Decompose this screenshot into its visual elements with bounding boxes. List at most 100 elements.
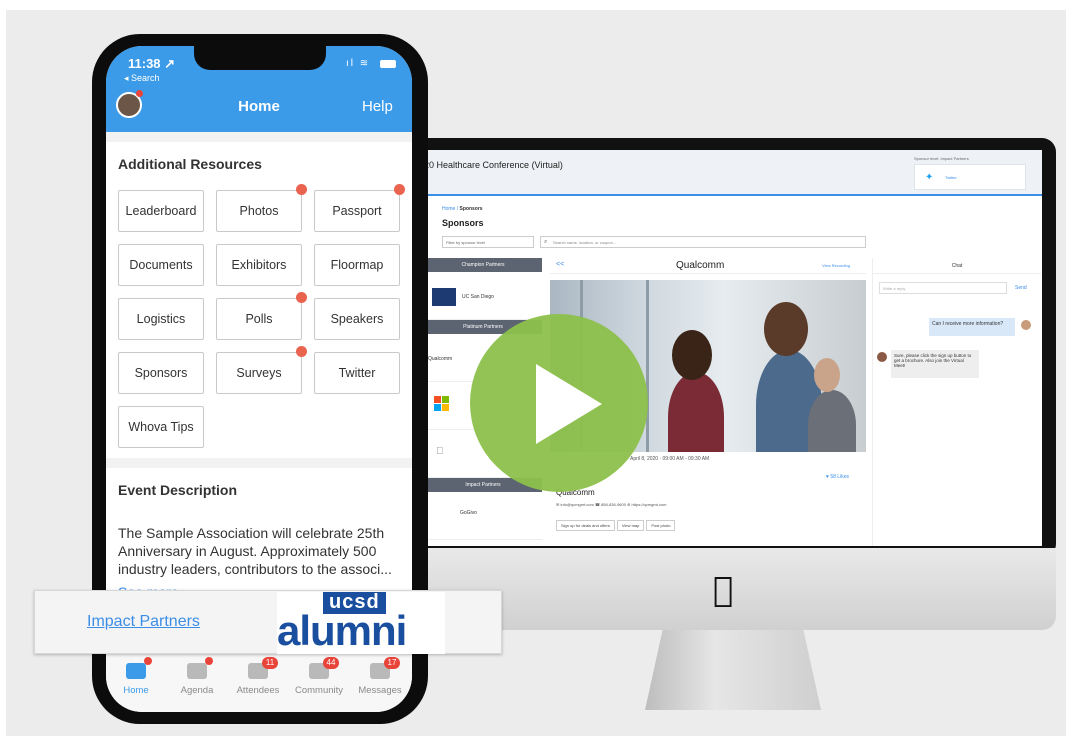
- breadcrumb-current: Sponsors: [459, 206, 483, 212]
- impact-partners-banner: Impact Partners ucsd alumni: [34, 590, 502, 654]
- tab-messages[interactable]: Messages 17: [350, 657, 410, 696]
- chat-title: Chat: [873, 258, 1041, 274]
- session-date: April 8, 2020 · 09:00 AM - 09:30 AM: [630, 456, 710, 462]
- list-item[interactable]: GoGivo: [424, 492, 542, 540]
- tab-agenda[interactable]: Agenda: [167, 657, 227, 696]
- sponsor-search-input[interactable]: ⌕ Search name, location, or coupon...: [540, 236, 866, 248]
- resource-button-floormap[interactable]: Floormap: [314, 244, 400, 286]
- chat-send-button[interactable]: Send: [1015, 285, 1027, 291]
- tab-label: Messages: [358, 685, 402, 696]
- desktop-header: 20 Healthcare Conference (Virtual) Spons…: [422, 150, 1042, 196]
- resource-button-sponsors[interactable]: Sponsors: [118, 352, 204, 394]
- list-item[interactable]: UC San Diego: [424, 272, 542, 320]
- ucsd-alumni-logo[interactable]: ucsd alumni: [277, 592, 445, 654]
- resource-button-polls[interactable]: Polls: [216, 298, 302, 340]
- tab-label: Community: [294, 685, 344, 696]
- twitter-label: Twitter: [945, 175, 957, 180]
- resource-button-speakers[interactable]: Speakers: [314, 298, 400, 340]
- monitor-stand: [645, 630, 821, 710]
- microsoft-logo-icon: [434, 396, 450, 412]
- twitter-bird-icon: ✦: [925, 172, 934, 183]
- detail-toolbar: << Qualcomm View Recording: [550, 258, 866, 274]
- person-head: [672, 330, 712, 380]
- notification-dot: [144, 657, 152, 665]
- tab-home[interactable]: Home: [106, 657, 166, 696]
- status-time: 11:38 ↗: [128, 56, 176, 71]
- description-text: The Sample Association will celebrate 25…: [118, 525, 392, 577]
- notification-dot: [296, 346, 307, 357]
- apple-logo-icon: : [436, 446, 444, 457]
- impact-partners-link[interactable]: Impact Partners: [87, 613, 200, 631]
- sponsor-name: Qualcomm: [428, 356, 453, 362]
- sponsor-level-label: Sponsor level: Impact Partners: [914, 156, 969, 161]
- breadcrumb: Home / Sponsors: [442, 206, 483, 212]
- resource-button-passport[interactable]: Passport: [314, 190, 400, 232]
- count-badge: 11: [262, 657, 278, 669]
- battery-icon: [380, 60, 396, 68]
- resource-button-surveys[interactable]: Surveys: [216, 352, 302, 394]
- phone-notch: [194, 46, 326, 70]
- agenda-icon: [187, 663, 207, 679]
- detail-title: Qualcomm: [676, 260, 725, 271]
- collapse-button[interactable]: <<: [556, 261, 564, 268]
- promo-stage:  20 Healthcare Conference (Virtual) Spo…: [0, 0, 1072, 736]
- company-contacts: ✉ info@qcmgmt.com ☎ 858-836-9600 ⊕ https…: [556, 502, 667, 507]
- resource-button-whova-tips[interactable]: Whova Tips: [118, 406, 204, 448]
- apple-logo-icon: : [713, 570, 733, 610]
- view-map-button[interactable]: View map: [616, 520, 645, 531]
- view-recording-link[interactable]: View Recording: [822, 263, 850, 268]
- sponsor-name: GoGivo: [460, 510, 477, 516]
- page-title: Sponsors: [442, 218, 484, 228]
- person-head: [764, 302, 808, 356]
- search-icon: ⌕: [544, 239, 548, 245]
- notification-dot: [136, 90, 143, 97]
- description-title: Event Description: [118, 482, 238, 498]
- notification-dot: [205, 657, 213, 665]
- signal-wifi-icon: ıl ≋: [346, 58, 371, 69]
- section-champion: Champion Partners: [424, 258, 542, 272]
- count-badge: 17: [384, 657, 400, 669]
- chat-message-incoming: Sure, please click the sign up button to…: [891, 350, 979, 378]
- breadcrumb-home[interactable]: Home: [442, 206, 455, 212]
- ucsd-logo-icon: [432, 288, 456, 306]
- tab-label: Home: [123, 685, 149, 696]
- signup-deals-button[interactable]: Sign up for deals and offers: [556, 520, 615, 531]
- resource-button-logistics[interactable]: Logistics: [118, 298, 204, 340]
- sponsor-name: UC San Diego: [462, 294, 494, 300]
- twitter-card[interactable]: ✦ Twitter: [914, 164, 1026, 190]
- conference-title: 20 Healthcare Conference (Virtual): [424, 160, 563, 170]
- logo-bottom-text: alumni: [277, 607, 407, 654]
- chat-input[interactable]: Write a reply: [879, 282, 1007, 294]
- tab-community[interactable]: Community 44: [289, 657, 349, 696]
- sponsor-filter-select[interactable]: Filter by sponsor level: [442, 236, 534, 248]
- likes-count[interactable]: ♥ 58 Likes: [826, 474, 849, 480]
- notification-dot: [296, 184, 307, 195]
- avatar: [1021, 320, 1031, 330]
- person-figure: [808, 390, 856, 452]
- notification-dot: [394, 184, 405, 195]
- resources-card: Additional Resources Leaderboard Photos Pa…: [106, 142, 412, 458]
- post-photo-button[interactable]: Post photo: [646, 520, 676, 531]
- home-icon: [126, 663, 146, 679]
- notification-dot: [296, 292, 307, 303]
- tab-label: Attendees: [236, 685, 280, 696]
- tab-bar: Home Agenda Attendees 11 Community 44 Messages…: [106, 652, 412, 712]
- person-figure: [668, 372, 724, 452]
- avatar: [877, 352, 887, 362]
- chat-message-outgoing: Can I receive more information?: [929, 318, 1015, 336]
- resource-button-leaderboard[interactable]: Leaderboard: [118, 190, 204, 232]
- resource-button-twitter[interactable]: Twitter: [314, 352, 400, 394]
- count-badge: 44: [323, 657, 339, 669]
- resources-title: Additional Resources: [118, 156, 262, 172]
- help-button[interactable]: Help: [362, 98, 393, 115]
- resource-button-exhibitors[interactable]: Exhibitors: [216, 244, 302, 286]
- tab-label: Agenda: [180, 685, 214, 696]
- back-to-search-link[interactable]: ◂ Search: [124, 73, 160, 84]
- search-placeholder: Search name, location, or coupon...: [553, 240, 617, 245]
- play-icon[interactable]: [536, 364, 602, 444]
- chat-panel: Chat Write a reply Send Can I receive mo…: [872, 258, 1041, 546]
- tab-attendees[interactable]: Attendees 11: [228, 657, 288, 696]
- resource-button-documents[interactable]: Documents: [118, 244, 204, 286]
- detail-actions: Sign up for deals and offers View map Post…: [556, 520, 677, 531]
- resource-button-photos[interactable]: Photos: [216, 190, 302, 232]
